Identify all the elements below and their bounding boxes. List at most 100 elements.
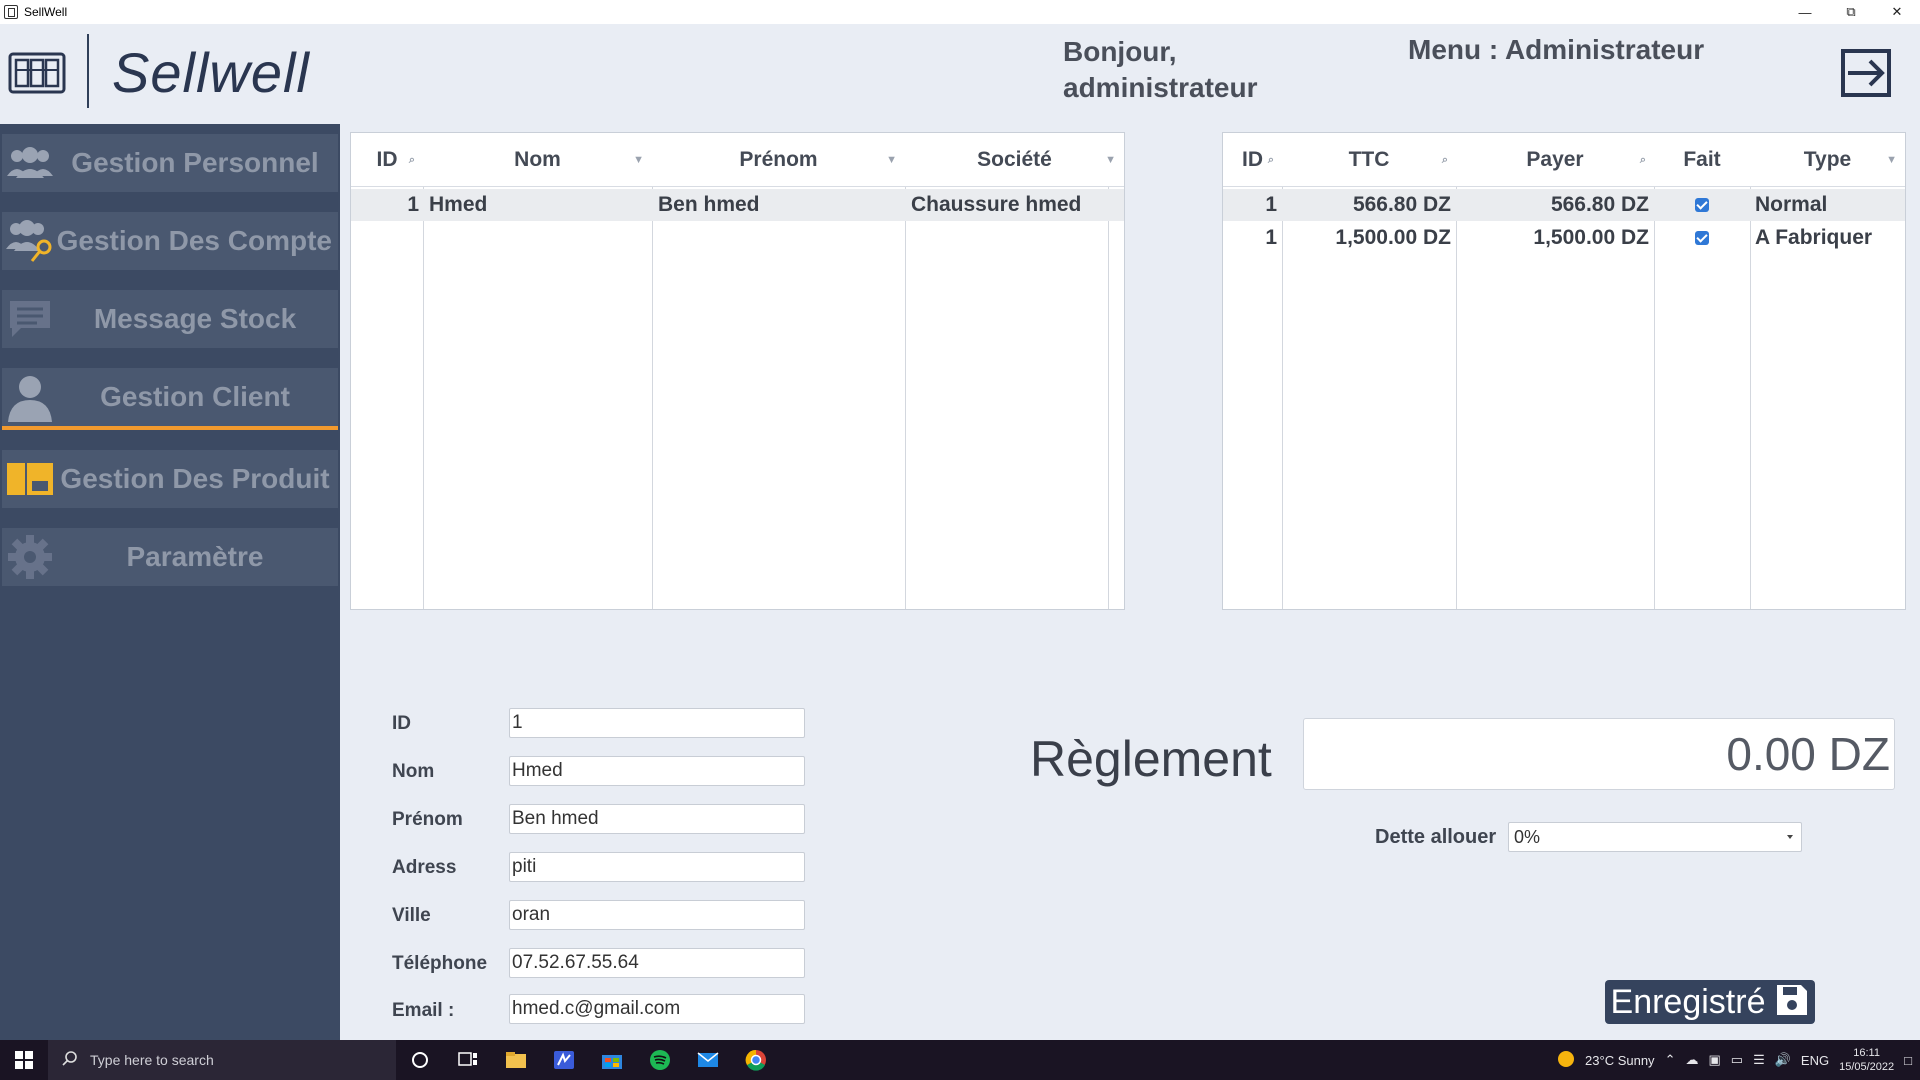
column-header-payer[interactable]: Payer ⌕ <box>1456 133 1654 187</box>
language-indicator[interactable]: ENG <box>1801 1053 1829 1068</box>
search-icon[interactable]: ⌕ <box>1442 154 1448 167</box>
greeting-line2: administrateur <box>1063 72 1258 103</box>
app-icon <box>4 5 18 19</box>
store-icon[interactable] <box>588 1040 636 1080</box>
message-icon <box>2 290 58 348</box>
table-row[interactable]: 1 Hmed Ben hmed Chaussure hmed <box>351 189 1124 221</box>
orders-table[interactable]: ID ⌕ TTC ⌕ Payer ⌕ Fait Type ▼ 1 566.80 … <box>1222 132 1906 610</box>
sidebar-item-parametre[interactable]: Paramètre <box>2 528 338 586</box>
column-label: Fait <box>1683 148 1721 171</box>
column-header-id[interactable]: ID ⌕ <box>351 133 423 187</box>
search-icon[interactable]: ⌕ <box>1268 154 1274 167</box>
mail-icon[interactable] <box>684 1040 732 1080</box>
products-icon <box>2 450 58 508</box>
column-label: ID <box>1242 148 1263 171</box>
save-button[interactable]: Enregistré <box>1605 980 1815 1024</box>
cloud-icon[interactable]: ☁ <box>1685 1052 1698 1068</box>
table-row[interactable]: 1 1,500.00 DZ 1,500.00 DZ A Fabriquer <box>1223 222 1905 254</box>
table-row[interactable]: 1 566.80 DZ 566.80 DZ Normal <box>1223 189 1905 221</box>
task-view-icon[interactable] <box>444 1040 492 1080</box>
column-header-prenom[interactable]: Prénom ▼ <box>652 133 905 187</box>
spotify-icon[interactable] <box>636 1040 684 1080</box>
filter-icon[interactable]: ▼ <box>1886 154 1897 166</box>
chrome-icon[interactable] <box>732 1040 780 1080</box>
column-header-fait[interactable]: Fait <box>1654 133 1750 187</box>
save-button-label: Enregistré <box>1610 982 1766 1021</box>
sidebar-item-gestion-des-produit[interactable]: Gestion Des Produit <box>2 450 338 508</box>
network-icon[interactable]: ▣ <box>1708 1052 1720 1068</box>
cell-fait[interactable] <box>1655 189 1749 221</box>
nom-field[interactable] <box>509 756 805 786</box>
email-label: Email : <box>392 1000 455 1021</box>
logout-icon[interactable] <box>1840 48 1892 98</box>
column-header-id[interactable]: ID ⌕ <box>1223 133 1282 187</box>
cell-ttc: 566.80 DZ <box>1352 193 1451 216</box>
checkbox-checked[interactable] <box>1695 198 1709 212</box>
reglement-amount-field[interactable]: 0.00 DZ <box>1303 718 1895 790</box>
table-header: ID ⌕ Nom ▼ Prénom ▼ Société ▼ <box>351 133 1124 187</box>
prenom-field[interactable] <box>509 804 805 834</box>
system-tray: 23°C Sunny ⌃ ☁ ▣ ▭ ☰ 🔊 ENG 16:11 15/05/2… <box>1557 1040 1920 1080</box>
sidebar-item-gestion-client[interactable]: Gestion Client <box>2 368 338 430</box>
weather-sun-icon[interactable] <box>1557 1050 1575 1071</box>
app-icon-blue[interactable] <box>540 1040 588 1080</box>
windows-start-icon[interactable] <box>0 1040 48 1080</box>
search-placeholder: Type here to search <box>90 1052 214 1068</box>
greeting: Bonjour, administrateur <box>1063 34 1303 106</box>
minimize-button[interactable]: — <box>1782 0 1828 24</box>
checkbox-checked[interactable] <box>1695 231 1709 245</box>
sidebar-item-label: Gestion Des Compte <box>56 225 332 256</box>
column-header-nom[interactable]: Nom ▼ <box>423 133 652 187</box>
cell-nom: Hmed <box>429 193 488 216</box>
cortana-icon[interactable] <box>396 1040 444 1080</box>
cell-id: 1 <box>1265 226 1277 249</box>
restore-button[interactable]: ⧉ <box>1828 0 1874 24</box>
volume-icon[interactable]: 🔊 <box>1775 1052 1791 1068</box>
id-field[interactable] <box>509 708 805 738</box>
sidebar-item-label: Message Stock <box>93 303 297 334</box>
search-icon[interactable]: ⌕ <box>1640 154 1646 167</box>
sidebar-item-gestion-des-compte[interactable]: Gestion Des Compte <box>2 212 338 270</box>
column-label: ID <box>376 148 398 171</box>
chevron-up-icon[interactable]: ⌃ <box>1665 1052 1676 1068</box>
telephone-label: Téléphone <box>392 953 488 974</box>
wifi-icon[interactable]: ☰ <box>1753 1052 1765 1068</box>
floppy-disk-icon <box>1775 983 1809 1022</box>
sidebar-item-gestion-personnel[interactable]: Gestion Personnel <box>2 134 338 192</box>
window-controls: — ⧉ ✕ <box>1782 0 1920 24</box>
clock-date: 15/05/2022 <box>1839 1061 1895 1073</box>
close-button[interactable]: ✕ <box>1874 0 1920 24</box>
notification-icon[interactable]: □ <box>1904 1053 1912 1068</box>
email-field[interactable] <box>509 994 805 1024</box>
dette-selected-value: 0% <box>1514 827 1541 847</box>
reglement-label: Règlement <box>1030 731 1272 787</box>
sidebar-item-message-stock[interactable]: Message Stock <box>2 290 338 348</box>
filter-icon[interactable]: ▼ <box>886 154 897 166</box>
filter-icon[interactable]: ▼ <box>1105 154 1116 166</box>
cell-id: 1 <box>407 193 419 216</box>
clock[interactable]: 16:11 15/05/2022 <box>1839 1046 1894 1074</box>
file-explorer-icon[interactable] <box>492 1040 540 1080</box>
adress-field[interactable] <box>509 852 805 882</box>
battery-icon[interactable]: ▭ <box>1731 1052 1743 1068</box>
cell-fait[interactable] <box>1655 222 1749 254</box>
column-header-type[interactable]: Type ▼ <box>1750 133 1905 187</box>
weather-text[interactable]: 23°C Sunny <box>1585 1053 1655 1068</box>
cell-societe: Chaussure hmed <box>911 193 1082 216</box>
column-header-ttc[interactable]: TTC ⌕ <box>1282 133 1456 187</box>
cell-payer: 566.80 DZ <box>1550 193 1649 216</box>
taskbar-search[interactable]: Type here to search <box>48 1040 396 1080</box>
column-label: Nom <box>514 148 561 171</box>
column-divider <box>1108 187 1109 609</box>
column-label: Prénom <box>739 148 818 171</box>
telephone-field[interactable] <box>509 948 805 978</box>
column-header-societe[interactable]: Société ▼ <box>905 133 1124 187</box>
dette-select[interactable]: 0% <box>1508 822 1802 852</box>
ville-field[interactable] <box>509 900 805 930</box>
clients-table[interactable]: ID ⌕ Nom ▼ Prénom ▼ Société ▼ 1 Hmed Ben… <box>350 132 1125 610</box>
prenom-label: Prénom <box>392 809 463 830</box>
filter-icon[interactable]: ▼ <box>633 154 644 166</box>
search-icon <box>62 1050 78 1071</box>
search-icon[interactable]: ⌕ <box>409 154 415 167</box>
app-header: Sellwell Bonjour, administrateur Menu : … <box>0 24 1920 124</box>
